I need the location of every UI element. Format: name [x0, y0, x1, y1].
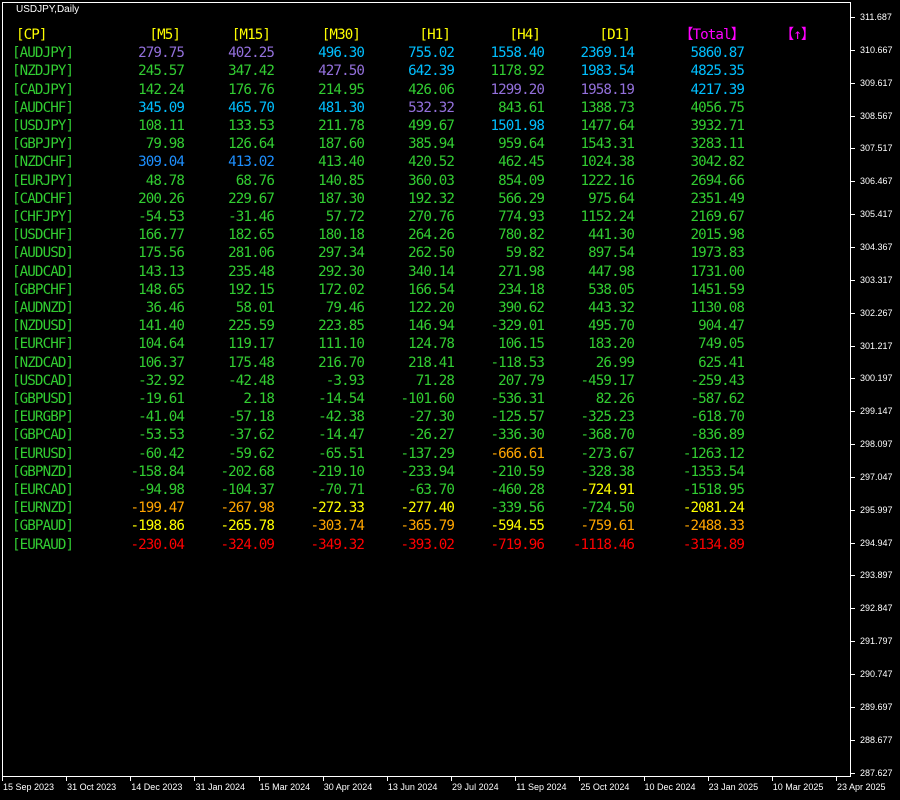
price-tick-label: 310.667 — [860, 44, 893, 55]
price-tick-label: 289.697 — [860, 701, 893, 712]
value-total: -1353.54 — [682, 463, 745, 480]
time-tick-label: 13 Jun 2024 — [387, 782, 438, 792]
price-tick: 300.197 — [851, 373, 900, 385]
time-tick-label: 11 Sep 2024 — [516, 782, 567, 792]
price-tick: 292.847 — [851, 603, 900, 615]
value-total: 4217.39 — [690, 81, 745, 98]
price-tick: 291.797 — [851, 636, 900, 648]
price-tick-label: 294.947 — [860, 537, 893, 548]
price-tick-label: 303.317 — [860, 274, 893, 285]
price-tick-label: 295.997 — [860, 504, 893, 515]
value-total: -587.62 — [690, 391, 745, 407]
price-tick-label: 309.617 — [860, 77, 893, 88]
time-tick-label: 10 Dec 2024 — [644, 782, 696, 792]
price-tick-label: 297.047 — [860, 471, 893, 482]
value-total: -1263.12 — [682, 445, 745, 462]
price-tick: 289.697 — [851, 702, 900, 714]
price-tick-label: 300.197 — [860, 373, 893, 384]
price-tick-label: 298.097 — [860, 439, 893, 450]
price-tick: 302.267 — [851, 308, 900, 320]
time-tick-label: 30 Apr 2024 — [323, 782, 373, 792]
price-tick: 304.367 — [851, 242, 900, 254]
time-tick-label: 23 Jan 2025 — [708, 782, 759, 792]
time-tick-label: 29 Jul 2024 — [452, 782, 499, 792]
chart-title: USDJPY,Daily — [16, 4, 80, 15]
value-total: -3134.89 — [682, 536, 745, 553]
price-tick: 293.897 — [851, 570, 900, 582]
price-tick-label: 299.147 — [860, 406, 893, 417]
price-tick-label: 302.267 — [860, 307, 893, 318]
price-tick-label: 306.467 — [860, 176, 893, 187]
value-total: 1973.83 — [690, 245, 745, 262]
price-tick-label: 288.677 — [860, 734, 893, 745]
time-tick-label: 10 Mar 2025 — [772, 782, 824, 792]
price-tick: 298.097 — [851, 439, 900, 451]
value-total: 2169.67 — [690, 209, 745, 225]
value-total: 3283.11 — [690, 136, 745, 153]
price-tick: 288.677 — [851, 735, 900, 747]
value-total: 3932.71 — [690, 118, 745, 134]
header-total: 【Total】 — [679, 27, 745, 43]
price-tick: 306.467 — [851, 176, 900, 188]
time-tick-label: 15 Mar 2024 — [259, 782, 311, 792]
price-tick: 309.617 — [851, 78, 900, 90]
price-tick-label: 308.567 — [860, 110, 893, 121]
time-tick-label: 14 Dec 2023 — [131, 782, 183, 792]
time-tick-label: 31 Jan 2024 — [195, 782, 245, 792]
time-axis: 15 Sep 2023 31 Oct 2023 14 Dec 2023 31 Jan … — [0, 777, 900, 800]
value-total: -2081.24 — [682, 500, 745, 517]
value-total: -2488.33 — [682, 518, 745, 535]
price-tick-label: 291.797 — [860, 636, 893, 647]
time-tick-label: 15 Sep 2023 — [3, 782, 55, 792]
price-tick-label: 311.687 — [860, 12, 892, 22]
value-total: 1451.59 — [690, 281, 745, 298]
price-tick: 294.947 — [851, 538, 900, 550]
price-tick-label: 290.747 — [860, 669, 893, 679]
price-tick: 299.147 — [851, 406, 900, 418]
price-tick: 305.417 — [851, 209, 900, 221]
value-total: 1731.00 — [690, 263, 745, 280]
price-tick-label: 304.367 — [860, 241, 893, 252]
time-tick-label: 23 Apr 2025 — [836, 782, 886, 792]
price-tick: 307.517 — [851, 143, 900, 155]
value-total: 2015.98 — [690, 227, 745, 244]
value-total: 4825.35 — [690, 63, 745, 80]
value-total: -618.70 — [690, 409, 745, 426]
value-total: 2351.49 — [690, 190, 745, 207]
value-total: 3042.82 — [690, 154, 745, 171]
value-total: 904.47 — [698, 318, 745, 335]
value-total: 2694.66 — [690, 172, 745, 189]
price-tick: 311.687 — [851, 12, 900, 24]
price-tick: 295.997 — [851, 505, 900, 517]
price-tick-label: 305.417 — [860, 209, 893, 220]
price-tick: 297.047 — [851, 472, 900, 484]
price-tick: 310.667 — [851, 45, 900, 57]
price-axis: 311.687 310.667 309.617 308.567 307.517 306.4… — [851, 0, 900, 778]
value-total: -836.89 — [690, 427, 745, 444]
price-tick: 308.567 — [851, 111, 900, 123]
value-total: 1130.08 — [690, 300, 745, 316]
price-tick: 301.217 — [851, 341, 900, 353]
time-tick-label: 31 Oct 2023 — [67, 782, 117, 792]
price-tick: 303.317 — [851, 275, 900, 287]
value-total: 5860.87 — [690, 45, 745, 62]
header-arrow: 【↑】 — [780, 27, 815, 43]
value-total: 4056.75 — [690, 99, 745, 116]
price-tick: 290.747 — [851, 669, 900, 681]
header-cp: [CP] — [16, 27, 47, 43]
price-tick-label: 301.217 — [860, 340, 893, 351]
price-tick-label: 292.847 — [860, 603, 893, 614]
time-tick-label: 25 Oct 2024 — [580, 782, 630, 792]
price-tick-label: 307.517 — [860, 143, 893, 154]
price-tick-label: 293.897 — [860, 570, 893, 581]
value-total: 625.41 — [698, 354, 745, 371]
value-total: 749.05 — [698, 336, 745, 353]
value-total: -259.43 — [690, 372, 745, 389]
value-total: -1518.95 — [682, 482, 745, 498]
